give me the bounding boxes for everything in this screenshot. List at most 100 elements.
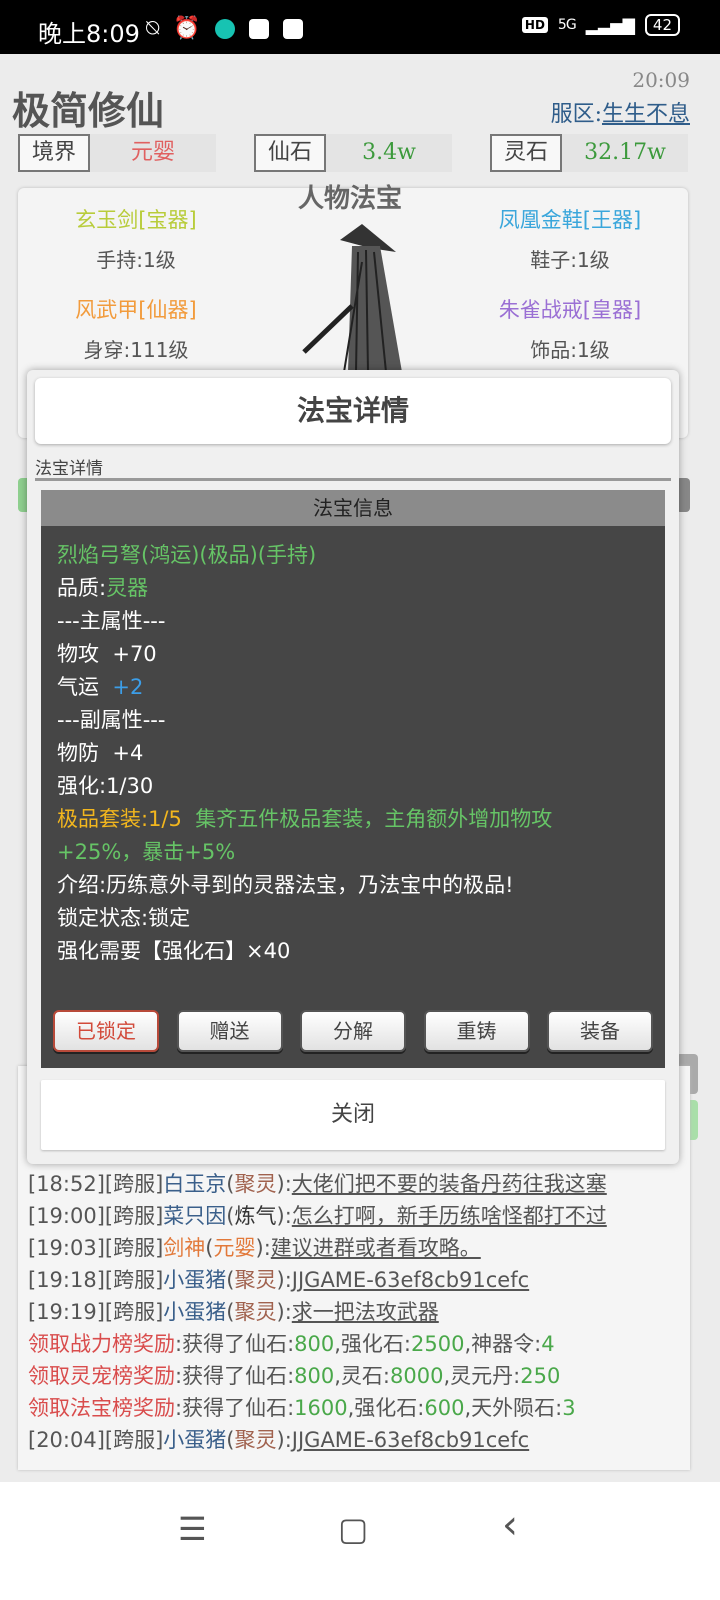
set-label: 极品套装:1/5 <box>57 807 182 831</box>
chat-user[interactable]: 菜只因 <box>163 1204 226 1228</box>
reward-key: ,神器令: <box>464 1332 542 1356</box>
home-icon[interactable]: ▢ <box>338 1510 368 1548</box>
equip-weapon-name: 玄玉剑[宝器] <box>75 208 197 232</box>
equip-ring[interactable]: 朱雀战戒[皇器] 饰品:1级 <box>470 294 670 363</box>
decompose-button[interactable]: 分解 <box>300 1010 406 1052</box>
server-name-link[interactable]: 生生不息 <box>602 102 690 127</box>
attr-luck: 气运 +2 <box>57 671 649 704</box>
stat-xianshi: 仙石 3.4w <box>254 134 452 172</box>
chat-message[interactable]: [19:03][跨服]剑神(元婴):建议进群或者看攻略。 <box>28 1232 688 1264</box>
chat-reward: 领取法宝榜奖励:获得了仙石:1600,强化石:600,天外陨石:3 <box>28 1392 688 1424</box>
chat-message[interactable]: [19:00][跨服]菜只因(炼气):怎么打啊，新手历练啥怪都打不过 <box>28 1200 688 1232</box>
game-clock: 20:09 <box>632 68 690 92</box>
modal-title: 法宝详情 <box>35 378 671 444</box>
reward-text: :获得了仙石: <box>175 1364 295 1388</box>
modal-divider <box>35 478 671 481</box>
reward-value: 8000 <box>390 1364 444 1388</box>
chat-log[interactable]: [18:52][跨服]白玉京(聚灵):大佬们把不要的装备丹药往我这塞 [19:0… <box>28 1168 688 1456</box>
reward-value: 4 <box>541 1332 555 1356</box>
equip-weapon-slot: 手持:1级 <box>96 248 176 272</box>
equip-ring-name: 朱雀战戒[皇器] <box>498 298 642 322</box>
luck-label: 气运 <box>57 675 113 699</box>
server-info[interactable]: 服区:生生不息 <box>551 96 690 128</box>
battery-icon: 42 <box>644 14 680 36</box>
reward-value: 1600 <box>294 1396 348 1420</box>
set-bonus: 极品套装:1/5 集齐五件极品套装，主角额外增加物攻 <box>57 803 649 836</box>
chat-text: 怎么打啊，新手历练啥怪都打不过 <box>291 1204 607 1228</box>
reward-key: ,强化石: <box>347 1396 425 1420</box>
reward-key: ,天外陨石: <box>464 1396 563 1420</box>
network-label: 5G <box>557 17 577 33</box>
chat-user[interactable]: 白玉京 <box>163 1172 226 1196</box>
status-icons-right: HD 5G ▂▃▅▇ 42 <box>521 14 680 36</box>
chat-time: [19:03] <box>28 1236 105 1260</box>
chat-text: JJGAME-63ef8cb91cefc <box>291 1268 530 1292</box>
luck-value: +2 <box>112 675 144 699</box>
reward-text: :获得了仙石: <box>175 1332 295 1356</box>
treasure-detail-modal: 法宝详情 法宝详情 法宝信息 烈焰弓弩(鸿运)(极品)(手持) 品质:灵器 --… <box>27 370 679 1164</box>
recast-button[interactable]: 重铸 <box>423 1010 530 1052</box>
chat-reward: 领取战力榜奖励:获得了仙石:800,强化石:2500,神器令:4 <box>28 1328 688 1360</box>
locked-button[interactable]: 已锁定 <box>53 1010 159 1052</box>
enhance-level: 强化:1/30 <box>57 774 154 798</box>
mute-alarm-icon: ⍉ <box>146 16 160 41</box>
reward-key: ,灵石: <box>334 1364 391 1388</box>
chat-message[interactable]: [19:18][跨服]小蛋猪(聚灵):JJGAME-63ef8cb91cefc <box>28 1264 688 1296</box>
equipment-title: 人物法宝 <box>298 184 403 214</box>
chat-realm: 聚灵 <box>234 1172 277 1196</box>
chat-realm: 元婴 <box>213 1236 256 1260</box>
stat-realm-label: 境界 <box>18 134 90 172</box>
chat-user[interactable]: 小蛋猪 <box>163 1428 226 1452</box>
chat-time: [19:19] <box>28 1300 105 1324</box>
item-intro: 介绍:历练意外寻到的灵器法宝，乃法宝中的极品! <box>57 873 514 897</box>
app-title: 极简修仙 <box>12 88 165 133</box>
chat-realm: 聚灵 <box>234 1300 277 1324</box>
back-icon[interactable]: ‹ <box>502 1502 518 1548</box>
equip-weapon[interactable]: 玄玉剑[宝器] 手持:1级 <box>36 204 236 273</box>
stat-lingshi: 灵石 32.17w <box>490 134 688 172</box>
stat-lingshi-value: 32.17w <box>562 134 688 172</box>
chat-tag: [跨服] <box>104 1236 164 1260</box>
alarm-icon: ⏰ <box>173 16 201 41</box>
equip-shoes[interactable]: 凤凰金鞋[王器] 鞋子:1级 <box>470 204 670 273</box>
chat-message[interactable]: [20:04][跨服]小蛋猪(聚灵):JJGAME-63ef8cb91cefc <box>28 1424 688 1456</box>
reward-label: 领取灵宠榜奖励 <box>28 1364 175 1388</box>
chat-text: 求一把法攻武器 <box>291 1300 439 1324</box>
reward-label: 领取战力榜奖励 <box>28 1332 175 1356</box>
chat-message[interactable]: [19:19][跨服]小蛋猪(聚灵):求一把法攻武器 <box>28 1296 688 1328</box>
quality-value: 灵器 <box>106 576 149 600</box>
equip-armor[interactable]: 风武甲[仙器] 身穿:111级 <box>36 294 236 363</box>
chat-realm: 聚灵 <box>234 1428 277 1452</box>
chat-message[interactable]: [18:52][跨服]白玉京(聚灵):大佬们把不要的装备丹药往我这塞 <box>28 1168 688 1200</box>
app-notification-icon <box>282 18 303 39</box>
reward-value: 3 <box>562 1396 576 1420</box>
item-name: 烈焰弓弩(鸿运)(极品)(手持) <box>57 543 317 567</box>
menu-icon[interactable]: ☰ <box>178 1510 207 1548</box>
chat-time: [18:52] <box>28 1172 105 1196</box>
reward-value: 600 <box>424 1396 465 1420</box>
close-button[interactable]: 关闭 <box>41 1080 665 1150</box>
equip-armor-slot: 身穿:111级 <box>83 338 189 362</box>
main-attr-header: ---主属性--- <box>57 609 166 633</box>
status-icons-left: ⍉ ⏰ <box>146 16 303 41</box>
chat-user[interactable]: 小蛋猪 <box>163 1300 226 1324</box>
equip-shoes-name: 凤凰金鞋[王器] <box>498 208 642 232</box>
server-label: 服区: <box>550 102 602 127</box>
stat-xianshi-value: 3.4w <box>326 134 452 172</box>
reward-key: ,强化石: <box>334 1332 412 1356</box>
stat-realm-value: 元婴 <box>90 134 216 172</box>
equip-button[interactable]: 装备 <box>547 1010 653 1052</box>
info-box-body: 烈焰弓弩(鸿运)(极品)(手持) 品质:灵器 ---主属性--- 物攻 +70 … <box>41 526 665 968</box>
attr-phys-def: 物防 +4 <box>57 741 144 765</box>
chat-realm: 聚灵 <box>234 1268 277 1292</box>
reward-text: :获得了仙石: <box>175 1396 295 1420</box>
chat-user[interactable]: 剑神 <box>163 1236 205 1260</box>
chat-user[interactable]: 小蛋猪 <box>163 1268 226 1292</box>
set-desc: 集齐五件极品套装，主角额外增加物攻 <box>181 807 553 831</box>
enhance-requirement: 强化需要【强化石】×40 <box>57 939 291 963</box>
app-notification-icon <box>248 18 269 39</box>
quality-label: 品质: <box>57 576 107 600</box>
stat-realm: 境界 元婴 <box>18 134 216 172</box>
gift-button[interactable]: 赠送 <box>176 1010 283 1052</box>
reward-value: 250 <box>520 1364 561 1388</box>
